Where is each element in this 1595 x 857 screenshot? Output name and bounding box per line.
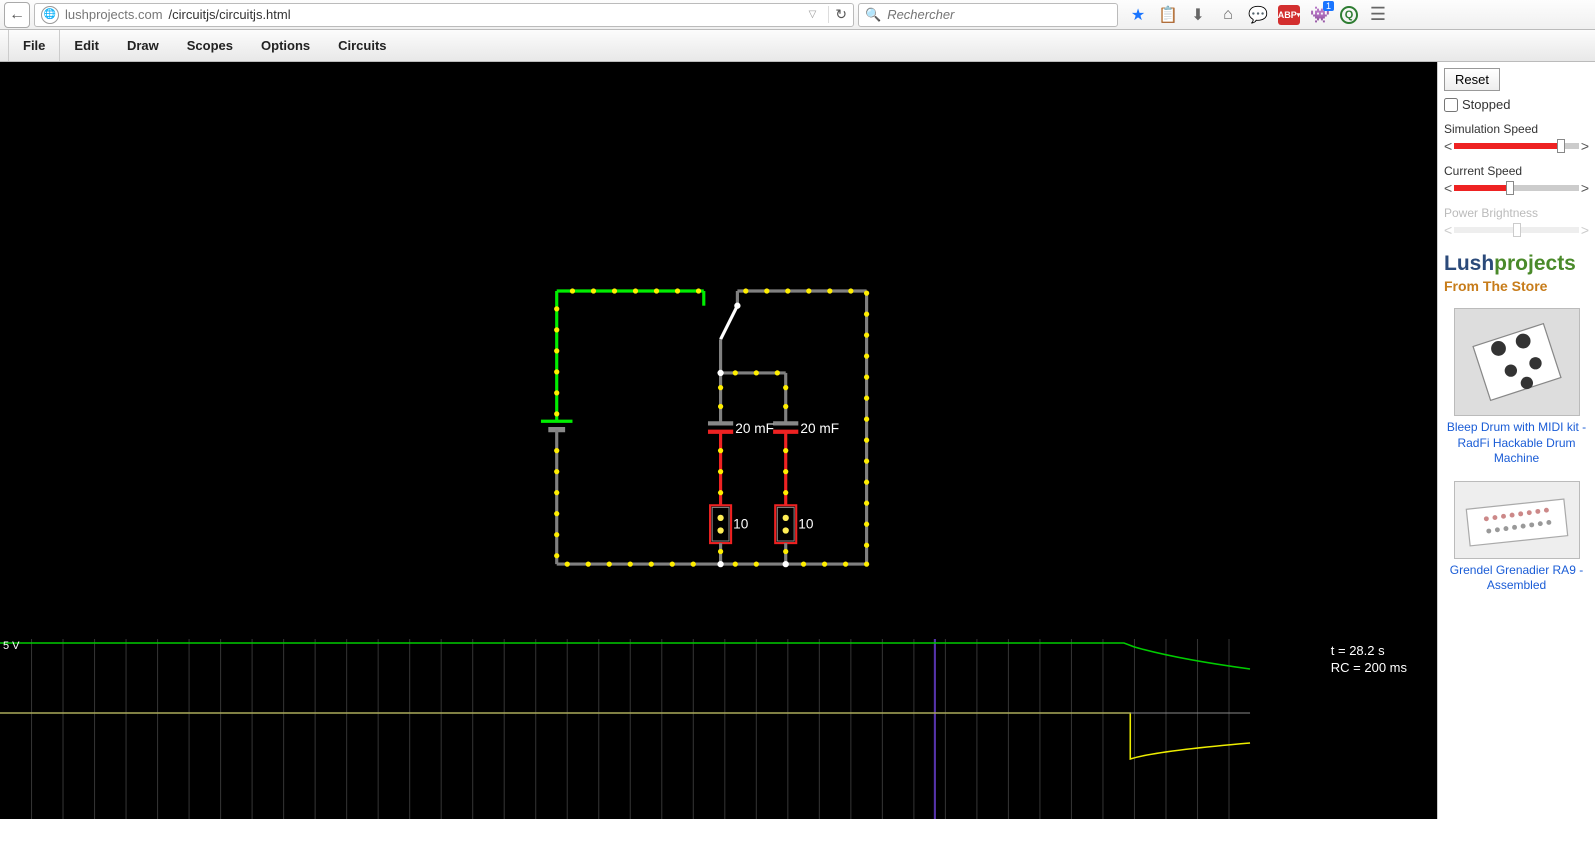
- browser-chrome: ← 🌐 lushprojects.com/circuitjs/circuitjs…: [0, 0, 1595, 30]
- menu-edit[interactable]: Edit: [60, 30, 113, 61]
- stopped-checkbox[interactable]: [1444, 98, 1458, 112]
- arrow-left-icon: ←: [9, 6, 25, 24]
- sidebar: Reset Stopped Simulation Speed < > Curre…: [1437, 62, 1595, 819]
- cap1-label: 20 mF: [735, 421, 774, 436]
- scope-rc: RC = 200 ms: [1331, 660, 1407, 677]
- circuit-canvas[interactable]: 20 mF 20 mF 10 10 5 V: [0, 62, 1437, 819]
- badge-count: 1: [1323, 1, 1334, 11]
- search-bar[interactable]: 🔍: [858, 3, 1118, 27]
- slider-label-power: Power Brightness: [1444, 206, 1589, 220]
- bookmark-star-icon[interactable]: ★: [1128, 5, 1148, 25]
- chevron-left-icon[interactable]: <: [1444, 180, 1452, 196]
- globe-icon: 🌐: [41, 6, 59, 24]
- chat-icon[interactable]: 💬: [1248, 5, 1268, 25]
- clipboard-icon[interactable]: 📋: [1158, 5, 1178, 25]
- reset-button[interactable]: Reset: [1444, 68, 1500, 91]
- product-link[interactable]: Grendel Grenadier RA9 - Assembled: [1444, 563, 1589, 594]
- chevron-left-icon[interactable]: <: [1444, 138, 1452, 154]
- qwant-icon[interactable]: Q: [1340, 6, 1358, 24]
- url-bar[interactable]: 🌐 lushprojects.com/circuitjs/circuitjs.h…: [34, 3, 854, 27]
- slider-label-cur: Current Speed: [1444, 164, 1589, 178]
- chevron-right-icon[interactable]: >: [1581, 180, 1589, 196]
- home-icon[interactable]: ⌂: [1218, 5, 1238, 25]
- store-heading: From The Store: [1444, 278, 1589, 294]
- menu-draw[interactable]: Draw: [113, 30, 173, 61]
- url-path: /circuitjs/circuitjs.html: [169, 7, 291, 22]
- chevron-right-icon[interactable]: >: [1581, 138, 1589, 154]
- product-2[interactable]: Grendel Grenadier RA9 - Assembled: [1444, 481, 1589, 594]
- slider-power-brightness: < >: [1444, 222, 1589, 238]
- product-1[interactable]: Bleep Drum with MIDI kit - RadFi Hackabl…: [1444, 308, 1589, 467]
- scope-y-label: 5 V: [3, 640, 20, 652]
- back-button[interactable]: ←: [4, 2, 30, 28]
- chevron-right-icon: >: [1581, 222, 1589, 238]
- menu-circuits[interactable]: Circuits: [324, 30, 400, 61]
- slider-label-sim: Simulation Speed: [1444, 122, 1589, 136]
- scope-svg: [0, 639, 1437, 819]
- chevron-left-icon: <: [1444, 222, 1452, 238]
- dropdown-icon[interactable]: ▽: [809, 9, 823, 20]
- slider-current-speed[interactable]: < >: [1444, 180, 1589, 196]
- robot-icon[interactable]: 👾1: [1310, 5, 1330, 25]
- search-icon: 🔍: [865, 7, 881, 23]
- browser-toolbar-icons: ★ 📋 ⬇ ⌂ 💬 ABP▾ 👾1 Q ☰: [1122, 5, 1394, 25]
- scope-area[interactable]: 5 V t = 28.2 s RC = 200 ms: [0, 639, 1437, 819]
- scope-readout: t = 28.2 s RC = 200 ms: [1331, 643, 1407, 677]
- url-host: lushprojects.com: [65, 7, 163, 22]
- product-image: [1454, 481, 1580, 559]
- reload-icon[interactable]: ↻: [828, 6, 847, 23]
- slider-sim-speed[interactable]: < >: [1444, 138, 1589, 154]
- download-icon[interactable]: ⬇: [1188, 5, 1208, 25]
- stopped-label: Stopped: [1462, 97, 1510, 112]
- product-link[interactable]: Bleep Drum with MIDI kit - RadFi Hackabl…: [1444, 420, 1589, 467]
- product-image: [1454, 308, 1580, 416]
- cap2-label: 20 mF: [800, 421, 839, 436]
- hamburger-menu-icon[interactable]: ☰: [1368, 5, 1388, 25]
- app-menubar: File Edit Draw Scopes Options Circuits: [0, 30, 1595, 62]
- search-input[interactable]: [887, 7, 1111, 22]
- lushprojects-logo[interactable]: Lushprojects: [1444, 252, 1589, 276]
- menu-scopes[interactable]: Scopes: [173, 30, 247, 61]
- res1-label: 10: [733, 516, 749, 531]
- adblock-icon[interactable]: ABP▾: [1278, 5, 1300, 25]
- menu-file[interactable]: File: [8, 30, 60, 61]
- menu-options[interactable]: Options: [247, 30, 324, 61]
- scope-time: t = 28.2 s: [1331, 643, 1407, 660]
- res2-label: 10: [798, 516, 814, 531]
